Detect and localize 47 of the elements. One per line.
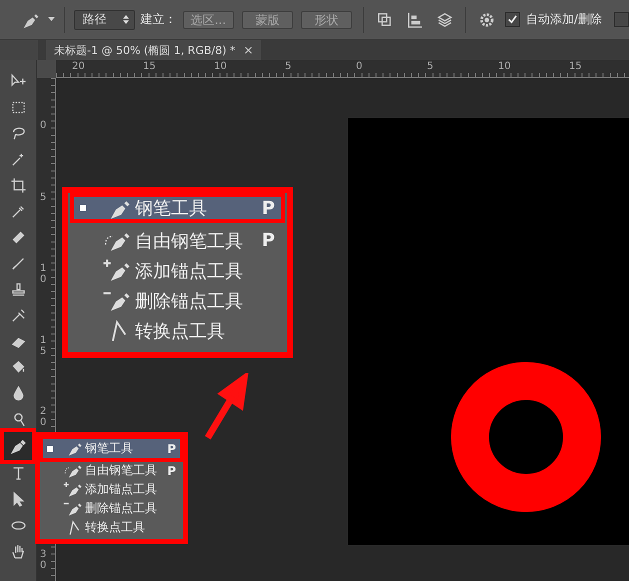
menu-item[interactable]: 自由钢笔工具 P [74,226,281,255]
menu-item[interactable]: 转换点工具 [74,316,281,345]
menu-item[interactable]: 添加锚点工具 [74,256,281,285]
path-arrangement-icon[interactable] [436,10,454,28]
close-button[interactable]: × [243,43,254,57]
ruler-label: 0 [356,61,362,72]
square-bullet-icon [47,446,53,452]
pen-nib-icon [63,481,83,498]
checkbox-label[interactable]: 自动添加/删除 [526,11,602,28]
path-alignment-icon[interactable] [406,10,424,28]
crop-icon [10,176,26,194]
make-label: 建立： [140,11,177,28]
pen-nib-icon [102,258,132,283]
ruler-label: 0 [40,120,48,131]
document-tab[interactable]: 未标题-1 @ 50% (椭圆 1, RGB/8) * × [46,40,262,60]
menu-item[interactable]: 删除锚点工具 [43,499,180,518]
tool-button[interactable] [4,432,32,460]
menu-item[interactable]: 添加锚点工具 [43,480,180,499]
path-mode-dropdown[interactable]: 路径 [74,10,135,30]
menu-item[interactable]: 自由钢笔工具 P [43,461,180,480]
caret-icon[interactable] [48,17,55,22]
hand-icon [10,542,26,560]
square-bullet-icon [80,205,86,211]
stamp-icon [10,280,26,298]
ruler-label: 10 [40,263,48,285]
ruler-label: 10 [214,61,227,72]
ruler-label: 30 [40,549,48,571]
ruler-label: 15 [569,61,582,72]
pen-nib-icon [10,438,26,454]
ruler-label: 5 [40,192,48,202]
path-operations-icon[interactable] [376,10,394,28]
ruler-label: 5 [427,61,434,72]
ruler-label: 15 [143,61,156,72]
ruler-label: 20 [72,61,85,72]
pen-nib-icon [63,500,83,517]
menu-item[interactable]: 删除锚点工具 [74,286,281,315]
menu-item[interactable]: 钢笔工具 P [74,197,281,219]
menu-item[interactable]: 钢笔工具 P [43,439,180,458]
ruler-label: 5 [285,61,292,72]
up-down-arrows-icon[interactable] [122,15,129,24]
arrow-icon [10,72,26,90]
settings-icon[interactable] [478,10,496,28]
menu-item[interactable]: 转换点工具 [43,518,180,537]
checkbox[interactable] [614,12,629,27]
ruler-label: 15 [40,334,48,356]
ruler-label: 10 [498,61,511,72]
ruler-label: 20 [40,406,48,428]
